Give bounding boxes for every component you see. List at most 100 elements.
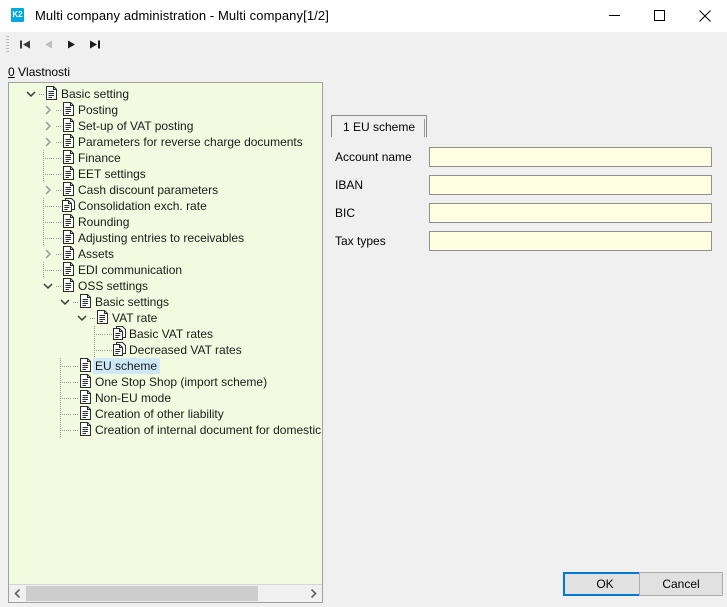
document-icon bbox=[62, 182, 76, 198]
tree-indent bbox=[9, 182, 40, 198]
tree-indent bbox=[9, 310, 74, 326]
close-icon[interactable] bbox=[682, 0, 727, 31]
tree-connector bbox=[40, 262, 56, 278]
last-record-icon[interactable] bbox=[83, 34, 106, 55]
tab-eu-scheme[interactable]: 1 EU scheme bbox=[331, 115, 427, 137]
tree-indent bbox=[9, 374, 57, 390]
k2-logo-icon: K2 bbox=[9, 7, 27, 25]
cancel-button[interactable]: Cancel bbox=[639, 572, 723, 596]
tree-item[interactable]: Consolidation exch. rate bbox=[9, 198, 322, 214]
window-controls bbox=[592, 0, 727, 31]
tree-indent bbox=[9, 134, 40, 150]
tree-item[interactable]: Basic settings bbox=[9, 294, 322, 310]
tree-item[interactable]: Finance bbox=[9, 150, 322, 166]
properties-label: 0 Vlastnosti bbox=[8, 65, 70, 79]
tree-indent bbox=[9, 262, 40, 278]
previous-record-icon[interactable] bbox=[37, 34, 60, 55]
detail-panel: 1 EU scheme Account nameIBANBICTax types bbox=[331, 82, 719, 603]
document-icon bbox=[62, 246, 76, 262]
tree-item[interactable]: OSS settings bbox=[9, 278, 322, 294]
tree-item-label: Adjusting entries to receivables bbox=[76, 230, 247, 246]
maximize-icon[interactable] bbox=[637, 0, 682, 31]
tree-indent bbox=[9, 166, 40, 182]
tax-types-input[interactable] bbox=[429, 231, 712, 251]
settings-tree: Basic settingPostingSet-up of VAT postin… bbox=[9, 83, 322, 438]
chevron-down-icon[interactable] bbox=[23, 86, 39, 102]
minimize-icon[interactable] bbox=[592, 0, 637, 31]
first-record-icon[interactable] bbox=[14, 34, 37, 55]
tree-item[interactable]: Parameters for reverse charge documents bbox=[9, 134, 322, 150]
properties-text: Vlastnosti bbox=[15, 65, 70, 79]
document-icon bbox=[62, 150, 76, 166]
chevron-right-icon[interactable] bbox=[40, 102, 56, 118]
tree-item-label: EET settings bbox=[76, 166, 149, 182]
tree-item-label: Parameters for reverse charge documents bbox=[76, 134, 306, 150]
tree-item[interactable]: Creation of internal document for domest… bbox=[9, 422, 322, 438]
ok-button[interactable]: OK bbox=[563, 572, 647, 596]
tree-item-label: Non-EU mode bbox=[93, 390, 174, 406]
chevron-down-icon[interactable] bbox=[40, 278, 56, 294]
tree-item[interactable]: Creation of other liability bbox=[9, 406, 322, 422]
next-record-icon[interactable] bbox=[60, 34, 83, 55]
tree-item-label: Creation of other liability bbox=[93, 406, 227, 422]
tree-indent bbox=[9, 198, 40, 214]
tree-indent bbox=[9, 230, 40, 246]
window-title: Multi company administration - Multi com… bbox=[35, 8, 329, 23]
tree-item[interactable]: Decreased VAT rates bbox=[9, 342, 322, 358]
tree-item-label: Posting bbox=[76, 102, 121, 118]
tree-item-label: OSS settings bbox=[76, 278, 151, 294]
document-icon bbox=[62, 230, 76, 246]
tree-indent bbox=[9, 246, 40, 262]
chevron-right-icon[interactable] bbox=[40, 134, 56, 150]
tree-indent bbox=[9, 342, 91, 358]
tree-item-label: Set-up of VAT posting bbox=[76, 118, 196, 134]
tree-item[interactable]: One Stop Shop (import scheme) bbox=[9, 374, 322, 390]
tree-item[interactable]: Assets bbox=[9, 246, 322, 262]
tree-item[interactable]: Basic setting bbox=[9, 86, 322, 102]
tree-item[interactable]: VAT rate bbox=[9, 310, 322, 326]
tree-item[interactable]: Cash discount parameters bbox=[9, 182, 322, 198]
field-label: BIC bbox=[331, 206, 429, 220]
tree-item[interactable]: Set-up of VAT posting bbox=[9, 118, 322, 134]
chevron-right-icon[interactable] bbox=[40, 118, 56, 134]
form-row: IBAN bbox=[331, 172, 719, 197]
tree-item[interactable]: EET settings bbox=[9, 166, 322, 182]
tree-item[interactable]: Adjusting entries to receivables bbox=[9, 230, 322, 246]
document-icon bbox=[62, 278, 76, 294]
document-icon bbox=[79, 294, 93, 310]
navigation-toolbar bbox=[0, 32, 727, 57]
tree-item[interactable]: Non-EU mode bbox=[9, 390, 322, 406]
form-row: Account name bbox=[331, 144, 719, 169]
chevron-down-icon[interactable] bbox=[74, 310, 90, 326]
tree-item[interactable]: EU scheme bbox=[9, 358, 322, 374]
dialog-footer: OK Cancel bbox=[0, 563, 727, 607]
chevron-right-icon[interactable] bbox=[40, 246, 56, 262]
tree-item[interactable]: EDI communication bbox=[9, 262, 322, 278]
iban-input[interactable] bbox=[429, 175, 712, 195]
document-icon bbox=[79, 422, 93, 438]
tree-connector bbox=[57, 422, 73, 438]
chevron-right-icon[interactable] bbox=[40, 182, 56, 198]
document-icon bbox=[96, 310, 110, 326]
tree-scroll-viewport: Basic settingPostingSet-up of VAT postin… bbox=[9, 83, 322, 584]
tree-item-label: VAT rate bbox=[110, 310, 160, 326]
dialog-body: 0 Vlastnosti Basic settingPostingSet-up … bbox=[0, 56, 727, 607]
settings-tree-panel: Basic settingPostingSet-up of VAT postin… bbox=[8, 82, 323, 603]
tree-item-label: Basic settings bbox=[93, 294, 172, 310]
tree-connector bbox=[57, 358, 73, 374]
tree-item[interactable]: Basic VAT rates bbox=[9, 326, 322, 342]
tree-item[interactable]: Rounding bbox=[9, 214, 322, 230]
tree-item-label: Rounding bbox=[76, 214, 132, 230]
tree-item-label: EU scheme bbox=[93, 358, 160, 374]
account-name-input[interactable] bbox=[429, 147, 712, 167]
bic-input[interactable] bbox=[429, 203, 712, 223]
document-icon bbox=[62, 214, 76, 230]
document-icon bbox=[62, 134, 76, 150]
tree-item[interactable]: Posting bbox=[9, 102, 322, 118]
tree-connector bbox=[40, 198, 56, 214]
tree-indent bbox=[9, 86, 23, 102]
chevron-down-icon[interactable] bbox=[57, 294, 73, 310]
tree-connector bbox=[91, 342, 107, 358]
tree-connector bbox=[91, 326, 107, 342]
toolbar-grip[interactable] bbox=[6, 36, 9, 53]
